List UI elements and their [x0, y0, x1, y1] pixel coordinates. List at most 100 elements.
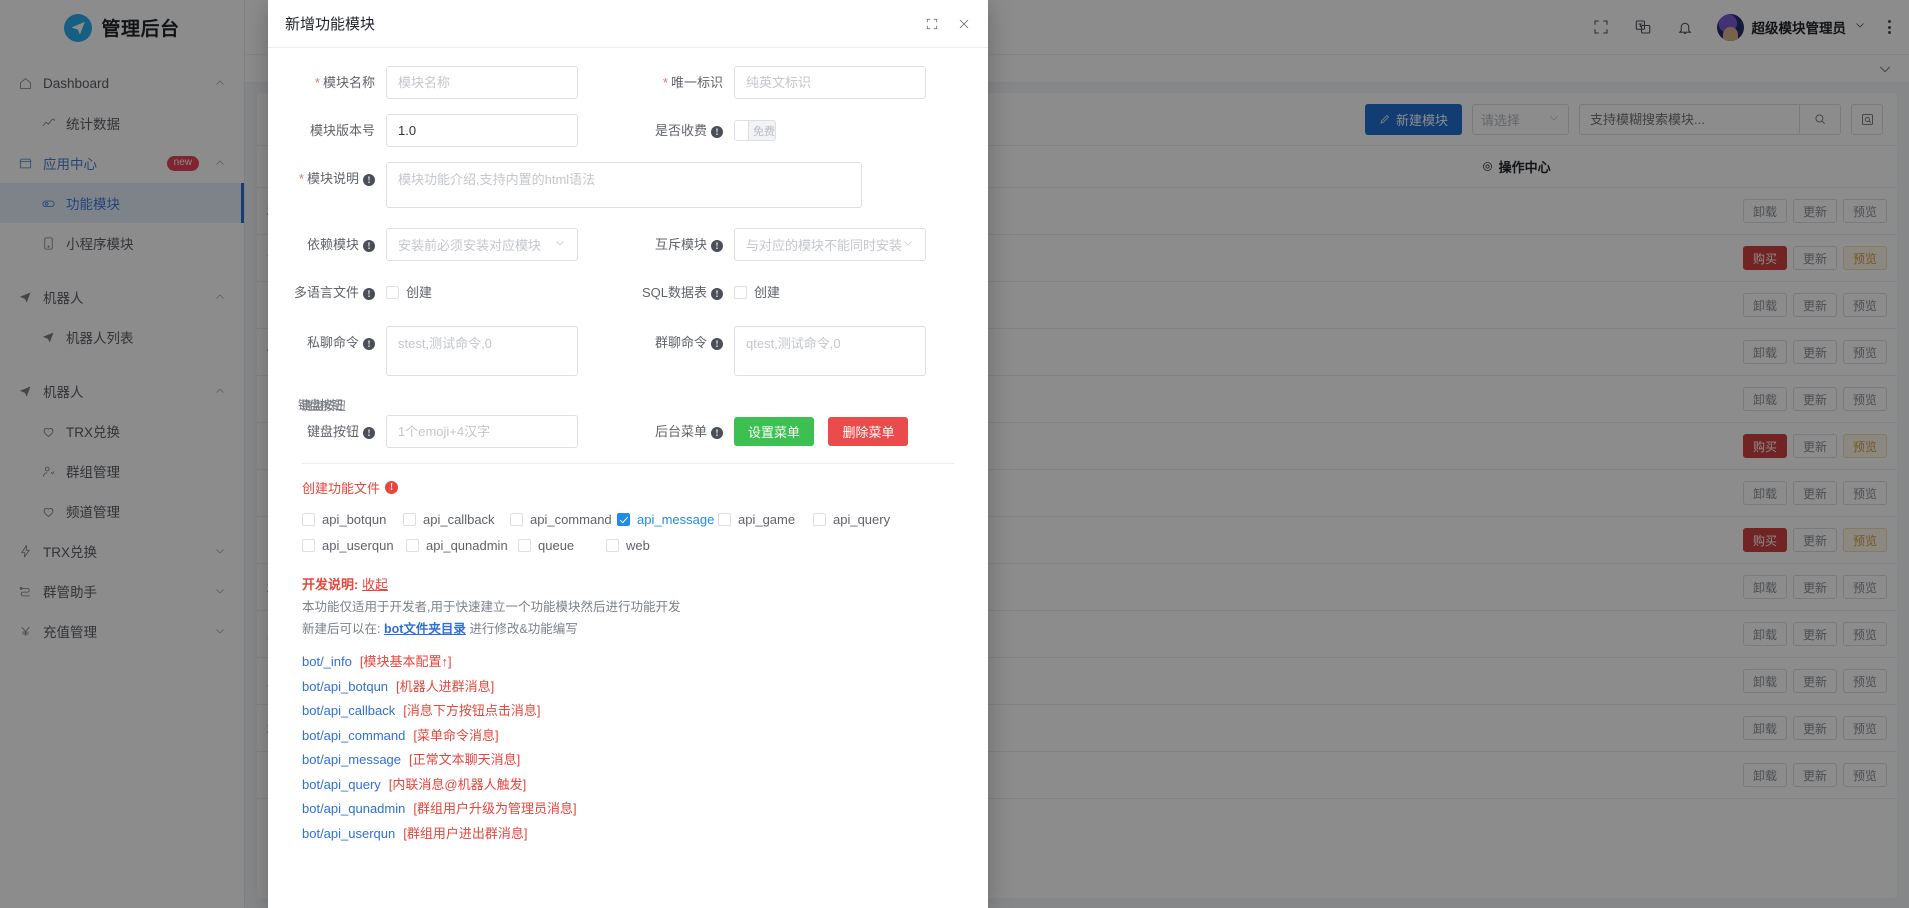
row-commands: 私聊命令! 群聊命令! [278, 326, 964, 381]
module-name-input[interactable] [386, 66, 578, 99]
file-option-checkbox-api_message[interactable]: api_message [617, 512, 714, 527]
file-path-row: bot/api_message[正常文本聊天消息] [302, 749, 964, 768]
warning-icon[interactable]: ! [385, 481, 398, 494]
file-path-desc: [机器人进群消息] [396, 679, 494, 694]
unique-id-input[interactable] [734, 66, 926, 99]
field-module-name: *模块名称 [278, 66, 626, 99]
row-i18n-sql: 多语言文件! 创建 SQL数据表! [278, 276, 964, 311]
label-text: SQL数据表 [642, 285, 707, 300]
row-keyboard-menu: 键盘按钮! 后台菜单! 设置菜单 删除菜单 [278, 415, 964, 448]
file-option-cell: api_userqun [302, 532, 406, 558]
field-private-cmd: 私聊命令! [278, 326, 626, 381]
checkbox-box [403, 513, 416, 526]
file-path[interactable]: bot/api_query [302, 777, 381, 792]
checkbox-box [302, 539, 315, 552]
info-icon[interactable]: ! [711, 240, 723, 252]
field-i18n-file: 多语言文件! 创建 [278, 276, 626, 311]
checkbox-label: web [626, 538, 650, 553]
file-option-checkbox-api_qunadmin[interactable]: api_qunadmin [406, 538, 508, 553]
file-path[interactable]: bot/api_message [302, 752, 401, 767]
private-cmd-textarea[interactable] [386, 326, 578, 376]
maximize-icon[interactable] [925, 17, 939, 31]
dev-note-line2-pre: 新建后可以在: [302, 622, 380, 636]
file-option-checkbox-api_callback[interactable]: api_callback [403, 512, 495, 527]
dev-note-toggle[interactable]: 收起 [362, 577, 388, 592]
dependency-select[interactable]: 安装前必须安装对应模块 [386, 228, 578, 261]
file-path-desc: [菜单命令消息] [413, 728, 498, 743]
group-cmd-textarea[interactable] [734, 326, 926, 376]
module-desc-textarea[interactable] [386, 162, 862, 208]
delete-menu-button[interactable]: 删除菜单 [828, 417, 908, 446]
add-module-dialog: 新增功能模块 *模块名称 *唯一标识 [268, 0, 988, 908]
dialog-title: 新增功能模块 [285, 13, 375, 34]
file-path-desc: [内联消息@机器人触发] [389, 777, 526, 792]
file-option-cell: api_game [718, 506, 813, 532]
info-icon[interactable]: ! [363, 338, 375, 350]
file-option-cell: web [606, 532, 666, 558]
field-conflict: 互斥模块! 与对应的模块不能同时安装 [626, 228, 926, 261]
checkbox-label: api_botqun [322, 512, 386, 527]
checkbox-box [813, 513, 826, 526]
dependency-select-value: 安装前必须安装对应模块 [398, 235, 541, 254]
file-option-checkbox-web[interactable]: web [606, 538, 650, 553]
file-path[interactable]: bot/api_command [302, 728, 405, 743]
file-option-checkbox-queue[interactable]: queue [518, 538, 574, 553]
conflict-select-value: 与对应的模块不能同时安装 [746, 235, 902, 254]
file-option-checkbox-api_userqun[interactable]: api_userqun [302, 538, 394, 553]
backend-menu-label: 后台菜单! [626, 415, 734, 448]
label-text: 依赖模块 [307, 237, 359, 252]
file-path[interactable]: bot/api_callback [302, 703, 395, 718]
info-icon[interactable]: ! [363, 288, 375, 300]
sql-table-label: SQL数据表! [626, 276, 734, 309]
module-version-input[interactable] [386, 114, 578, 147]
app-root: 管理后台 Dashboard 统计数据 应用中心 new [0, 0, 1909, 908]
group-cmd-label: 群聊命令! [626, 326, 734, 359]
keyboard-ghost-text-b: 键盘按钮 [301, 397, 345, 414]
required-mark: * [315, 75, 320, 90]
label-text: 模块名称 [323, 75, 375, 90]
field-group-cmd: 群聊命令! [626, 326, 926, 381]
keyboard-button-input[interactable] [386, 415, 578, 448]
bot-folder-link[interactable]: bot文件夹目录 [384, 622, 466, 636]
set-menu-button[interactable]: 设置菜单 [734, 417, 814, 446]
file-path[interactable]: bot/api_botqun [302, 679, 388, 694]
chevron-down-icon [902, 237, 914, 252]
info-icon[interactable]: ! [363, 240, 375, 252]
info-icon[interactable]: ! [711, 338, 723, 350]
info-icon[interactable]: ! [711, 427, 723, 439]
dev-note-line1: 本功能仅适用于开发者,用于快速建立一个功能模块然后进行功能开发 [302, 596, 964, 615]
i18n-file-checkbox[interactable]: 创建 [386, 276, 432, 309]
is-paid-switch[interactable]: 免费 [734, 120, 776, 141]
file-path[interactable]: bot/api_qunadmin [302, 801, 405, 816]
close-icon[interactable] [957, 17, 971, 31]
conflict-select[interactable]: 与对应的模块不能同时安装 [734, 228, 926, 261]
field-unique-id: *唯一标识 [626, 66, 926, 99]
i18n-file-label: 多语言文件! [278, 276, 386, 309]
sql-table-checkbox[interactable]: 创建 [734, 276, 780, 309]
info-icon[interactable]: ! [363, 427, 375, 439]
file-path-row: bot/_info[模块基本配置↑] [302, 651, 964, 670]
label-text: 模块版本号 [310, 123, 375, 138]
required-mark: * [663, 75, 668, 90]
info-icon[interactable]: ! [711, 288, 723, 300]
file-path[interactable]: bot/_info [302, 654, 352, 669]
file-path[interactable]: bot/api_userqun [302, 826, 395, 841]
label-text: 互斥模块 [655, 237, 707, 252]
info-icon[interactable]: ! [363, 174, 375, 186]
file-path-desc: [群组用户升级为管理员消息] [413, 801, 576, 816]
file-option-checkbox-api_game[interactable]: api_game [718, 512, 795, 527]
file-option-checkbox-api_botqun[interactable]: api_botqun [302, 512, 386, 527]
dev-note-head-label: 开发说明: [302, 577, 358, 592]
file-option-checkbox-api_query[interactable]: api_query [813, 512, 890, 527]
checkbox-label: api_callback [423, 512, 495, 527]
required-mark: * [299, 171, 304, 186]
checkbox-label: api_message [637, 512, 714, 527]
label-text: 私聊命令 [307, 335, 359, 350]
file-path-desc: [消息下方按钮点击消息] [403, 703, 540, 718]
info-icon[interactable]: ! [711, 126, 723, 138]
checkbox-box [386, 286, 399, 299]
file-option-checkbox-api_command[interactable]: api_command [510, 512, 612, 527]
label-text: 后台菜单 [655, 424, 707, 439]
file-path-row: bot/api_query [内联消息@机器人触发] [302, 774, 964, 793]
label-text: 模块说明 [307, 171, 359, 186]
